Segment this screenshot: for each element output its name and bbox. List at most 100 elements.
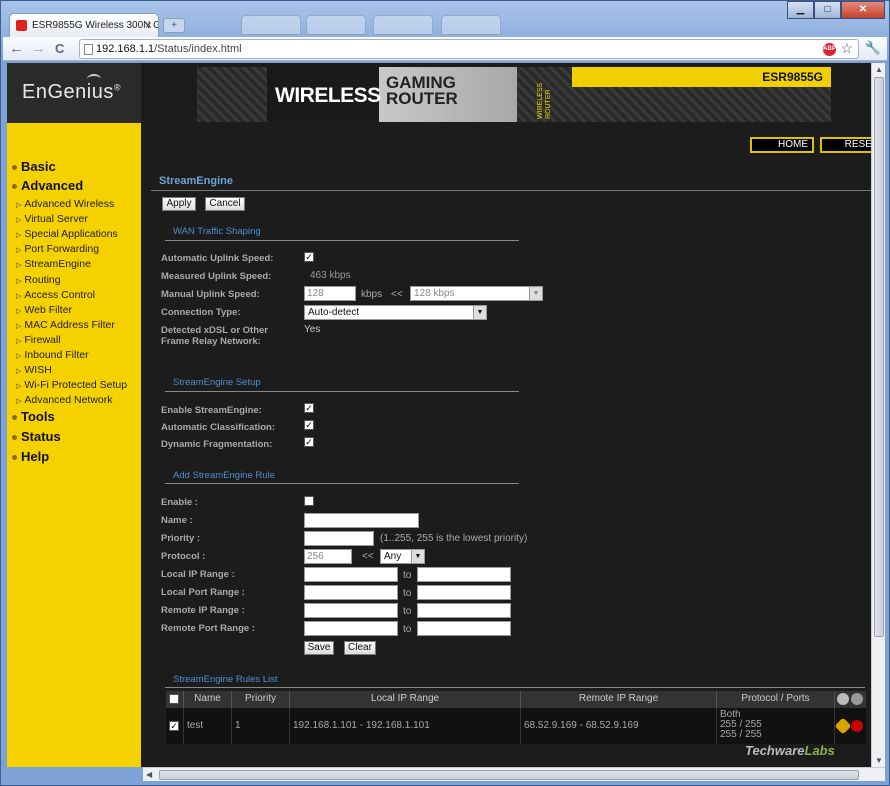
nav-basic[interactable]: Basic: [12, 159, 56, 174]
local-ip-start-input[interactable]: [304, 567, 398, 582]
local-port-end-input[interactable]: [417, 585, 511, 600]
sidebar-item-label: Routing: [24, 273, 61, 286]
vertical-scrollbar[interactable]: ▲ ▼: [871, 63, 885, 767]
sidebar-item-11[interactable]: ▷ WISH: [16, 364, 52, 376]
dynamic-fragmentation-checkbox[interactable]: ✓: [304, 437, 314, 447]
measured-uplink-label: Measured Uplink Speed:: [161, 271, 272, 282]
clear-button[interactable]: Clear: [344, 641, 376, 655]
row-name: test: [184, 708, 232, 744]
delete-header-icon: [851, 693, 863, 705]
tab-close-icon[interactable]: ×: [145, 18, 152, 32]
remote-port-end-input[interactable]: [417, 621, 511, 636]
bookmark-star-icon[interactable]: ☆: [840, 40, 853, 57]
auto-classification-checkbox[interactable]: ✓: [304, 420, 314, 430]
local-ip-end-input[interactable]: [417, 567, 511, 582]
horizontal-scroll-thumb[interactable]: [159, 770, 859, 780]
sidebar-item-13[interactable]: ▷ Advanced Network: [16, 394, 113, 406]
remote-ip-start-input[interactable]: [304, 603, 398, 618]
priority-label: Priority :: [161, 533, 201, 544]
name-input[interactable]: [304, 513, 419, 528]
remote-port-start-input[interactable]: [304, 621, 398, 636]
sidebar-item-label: Firewall: [24, 333, 61, 346]
background-tab[interactable]: [441, 15, 501, 35]
save-button[interactable]: Save: [304, 641, 334, 655]
sidebar-item-10[interactable]: ▷ Inbound Filter: [16, 349, 89, 361]
wrench-icon[interactable]: 🔧: [865, 40, 881, 56]
arrow-icon: ▷: [16, 277, 22, 285]
priority-input[interactable]: [304, 531, 374, 546]
cancel-button[interactable]: Cancel: [205, 197, 245, 211]
address-bar[interactable]: 192.168.1.1/Status/index.html ABP ☆: [79, 39, 859, 59]
engenius-logo[interactable]: EnGenius®: [22, 81, 121, 104]
delete-icon[interactable]: [851, 720, 863, 732]
active-tab[interactable]: ESR9855G Wireless 300N Ga ×: [9, 13, 159, 37]
sidebar-item-8[interactable]: ▷ MAC Address Filter: [16, 319, 115, 331]
protocol-input[interactable]: 256: [304, 549, 352, 564]
adblock-icon[interactable]: ABP: [823, 43, 836, 56]
sidebar-item-12[interactable]: ▷ Wi-Fi Protected Setup: [16, 379, 127, 391]
manual-uplink-select[interactable]: 128 kbps ▼: [410, 286, 543, 301]
row-checkbox[interactable]: ✓: [169, 721, 179, 731]
maximize-button[interactable]: □: [814, 1, 841, 19]
arrow-icon: ▷: [16, 247, 22, 255]
nav-tools[interactable]: Tools: [12, 409, 55, 424]
arrow-icon: ▷: [16, 383, 22, 391]
local-port-label: Local Port Range :: [161, 587, 245, 598]
nav-advanced[interactable]: Advanced: [12, 178, 83, 193]
sidebar-item-label: Special Applications: [24, 228, 118, 241]
enable-streamengine-label: Enable StreamEngine:: [161, 405, 262, 416]
forward-icon[interactable]: →: [31, 40, 46, 57]
local-port-start-input[interactable]: [304, 585, 398, 600]
priority-hint: (1..255, 255 is the lowest priority): [380, 533, 528, 544]
remote-ip-end-input[interactable]: [417, 603, 511, 618]
background-tab[interactable]: [306, 15, 366, 35]
sidebar-item-5[interactable]: ▷ Routing: [16, 274, 61, 286]
enable-rule-checkbox[interactable]: [304, 496, 314, 506]
connection-type-select[interactable]: Auto-detect ▼: [304, 305, 487, 320]
section-wan-traffic-shaping: WAN Traffic Shaping: [173, 226, 261, 237]
new-tab-button[interactable]: +: [163, 18, 185, 33]
measured-uplink-value: 463 kbps: [310, 270, 351, 281]
scroll-down-icon[interactable]: ▼: [875, 756, 883, 765]
scroll-left-icon[interactable]: ◀: [146, 770, 152, 779]
sidebar-item-2[interactable]: ▷ Special Applications: [16, 228, 118, 240]
sidebar-item-0[interactable]: ▷ Advanced Wireless: [16, 198, 114, 210]
remote-ip-label: Remote IP Range :: [161, 605, 245, 616]
sidebar-item-1[interactable]: ▷ Virtual Server: [16, 213, 88, 225]
sidebar-item-label: Web Filter: [24, 303, 73, 316]
bullet-icon: [12, 165, 17, 171]
sidebar-item-7[interactable]: ▷ Web Filter: [16, 304, 72, 316]
section-streamengine-setup: StreamEngine Setup: [173, 377, 261, 388]
minimize-button[interactable]: ▁: [787, 1, 814, 19]
sidebar-item-3[interactable]: ▷ Port Forwarding: [16, 243, 99, 255]
sidebar-item-label: Inbound Filter: [24, 349, 89, 361]
arrow-icon: ▷: [16, 232, 22, 240]
background-tab[interactable]: [241, 15, 301, 35]
vertical-scroll-thumb[interactable]: [874, 77, 884, 637]
background-tab[interactable]: [373, 15, 433, 35]
apply-button[interactable]: Apply: [162, 197, 196, 211]
back-icon[interactable]: ←: [9, 40, 24, 57]
sidebar-item-label: Advanced Wireless: [24, 198, 115, 210]
sidebar-item-6[interactable]: ▷ Access Control: [16, 289, 95, 301]
protocol-arrow: <<: [362, 551, 374, 562]
nav-help[interactable]: Help: [12, 449, 49, 464]
sidebar-item-label: Wi-Fi Protected Setup: [24, 379, 128, 392]
select-all-checkbox[interactable]: [169, 694, 179, 704]
edit-icon[interactable]: [835, 717, 852, 735]
horizontal-scrollbar[interactable]: ◀: [143, 767, 885, 781]
auto-uplink-checkbox[interactable]: ✓: [304, 252, 314, 262]
nav-status[interactable]: Status: [12, 429, 61, 444]
reload-icon[interactable]: C: [55, 40, 64, 57]
arrow-icon: ▷: [16, 337, 22, 345]
to-label: to: [403, 588, 412, 599]
sidebar-item-4[interactable]: ▷ StreamEngine: [16, 258, 91, 270]
home-button[interactable]: HOME: [750, 137, 814, 153]
bullet-icon: [12, 435, 17, 441]
sidebar-item-9[interactable]: ▷ Firewall: [16, 334, 61, 346]
scroll-up-icon[interactable]: ▲: [875, 65, 883, 74]
manual-uplink-input[interactable]: 128: [304, 286, 356, 301]
close-window-button[interactable]: ✕: [841, 1, 885, 19]
enable-streamengine-checkbox[interactable]: ✓: [304, 403, 314, 413]
protocol-select[interactable]: Any ▼: [380, 549, 425, 564]
